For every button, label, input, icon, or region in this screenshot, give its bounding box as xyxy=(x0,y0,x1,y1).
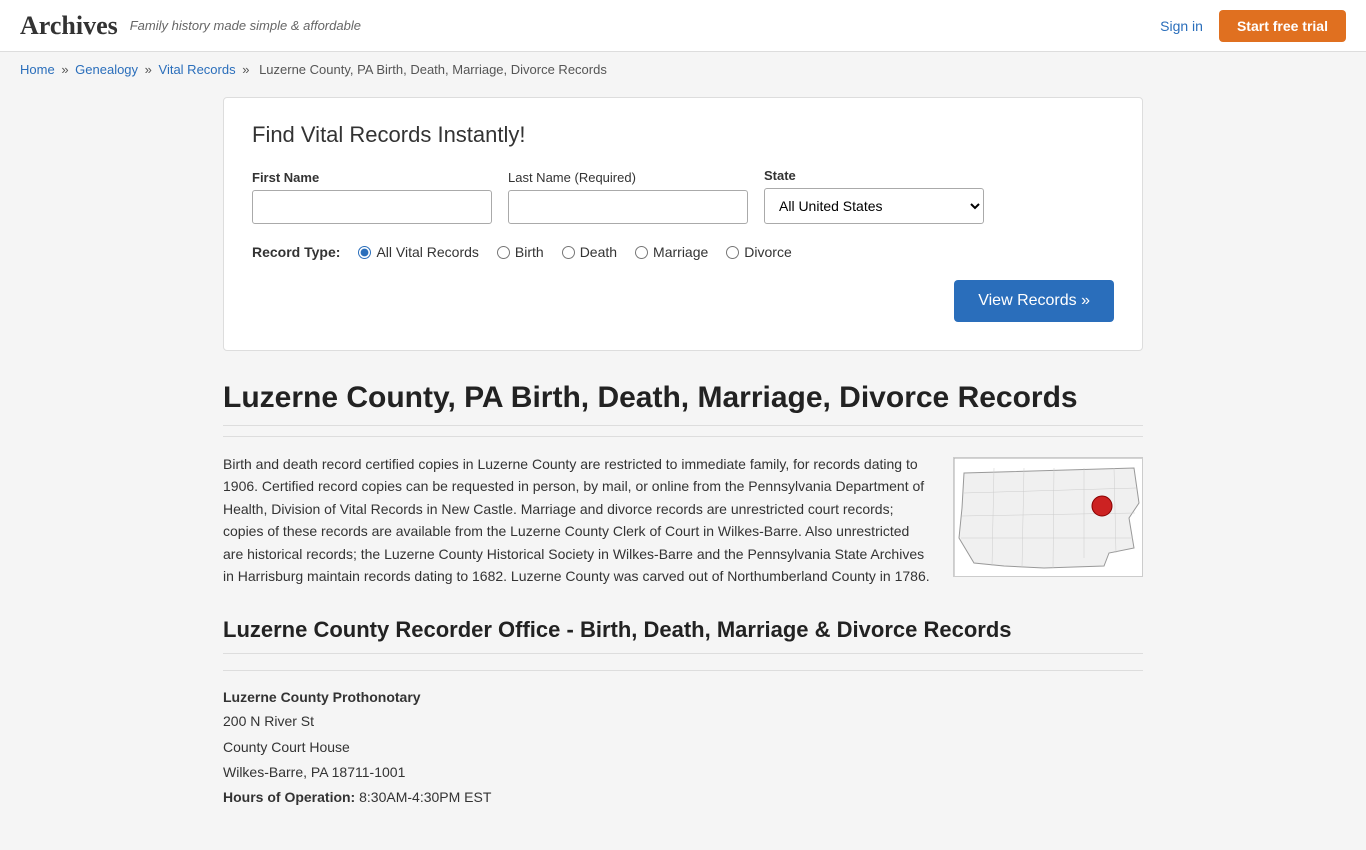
tagline: Family history made simple & affordable xyxy=(130,18,361,33)
search-fields: First Name Last Name (Required) State Al… xyxy=(252,168,1114,224)
radio-all-label: All Vital Records xyxy=(376,244,478,260)
header-left: Archives Family history made simple & af… xyxy=(20,11,361,41)
address-line2: County Court House xyxy=(223,735,1143,760)
radio-birth-input[interactable] xyxy=(497,246,510,259)
office-name: Luzerne County Prothonotary xyxy=(223,689,1143,705)
last-name-input[interactable] xyxy=(508,190,748,224)
hours-row: Hours of Operation: 8:30AM-4:30PM EST xyxy=(223,785,1143,810)
address-line1: 200 N River St xyxy=(223,709,1143,734)
last-name-label: Last Name (Required) xyxy=(508,170,748,185)
breadcrumb-home[interactable]: Home xyxy=(20,62,55,77)
breadcrumb: Home » Genealogy » Vital Records » Luzer… xyxy=(0,52,1366,87)
office-address: 200 N River St County Court House Wilkes… xyxy=(223,709,1143,810)
state-select[interactable]: All United StatesAlabamaAlaskaArizonaArk… xyxy=(764,188,984,224)
search-title: Find Vital Records Instantly! xyxy=(252,122,1114,148)
header-right: Sign in Start free trial xyxy=(1160,10,1346,42)
radio-birth-label: Birth xyxy=(515,244,544,260)
radio-all-vital-records[interactable]: All Vital Records xyxy=(358,244,478,260)
content-description: Birth and death record certified copies … xyxy=(223,453,933,587)
radio-marriage-input[interactable] xyxy=(635,246,648,259)
radio-death-input[interactable] xyxy=(562,246,575,259)
header: Archives Family history made simple & af… xyxy=(0,0,1366,52)
radio-divorce-input[interactable] xyxy=(726,246,739,259)
view-records-btn-row: View Records » xyxy=(252,280,1114,322)
pennsylvania-map xyxy=(953,457,1143,577)
breadcrumb-current: Luzerne County, PA Birth, Death, Marriag… xyxy=(259,62,607,77)
main-content: Find Vital Records Instantly! First Name… xyxy=(203,87,1163,850)
state-label: State xyxy=(764,168,984,183)
recorder-title: Luzerne County Recorder Office - Birth, … xyxy=(223,617,1143,654)
start-trial-button[interactable]: Start free trial xyxy=(1219,10,1346,42)
last-name-group: Last Name (Required) xyxy=(508,170,748,224)
hours-value: 8:30AM-4:30PM EST xyxy=(359,789,491,805)
content-section: Birth and death record certified copies … xyxy=(223,453,1143,587)
record-type-label: Record Type: xyxy=(252,244,340,260)
hours-label: Hours of Operation: xyxy=(223,789,355,805)
page-title: Luzerne County, PA Birth, Death, Marriag… xyxy=(223,381,1143,426)
breadcrumb-vital-records[interactable]: Vital Records xyxy=(159,62,236,77)
radio-marriage-label: Marriage xyxy=(653,244,708,260)
breadcrumb-genealogy[interactable]: Genealogy xyxy=(75,62,138,77)
radio-divorce-label: Divorce xyxy=(744,244,791,260)
radio-birth[interactable]: Birth xyxy=(497,244,544,260)
first-name-input[interactable] xyxy=(252,190,492,224)
breadcrumb-sep1: » xyxy=(61,62,72,77)
breadcrumb-sep3: » xyxy=(242,62,253,77)
map-container xyxy=(953,457,1143,587)
search-box: Find Vital Records Instantly! First Name… xyxy=(223,97,1143,351)
first-name-label: First Name xyxy=(252,170,492,185)
radio-death[interactable]: Death xyxy=(562,244,617,260)
breadcrumb-sep2: » xyxy=(145,62,156,77)
first-name-group: First Name xyxy=(252,170,492,224)
view-records-button[interactable]: View Records » xyxy=(954,280,1114,322)
logo: Archives xyxy=(20,11,118,41)
radio-divorce[interactable]: Divorce xyxy=(726,244,791,260)
state-group: State All United StatesAlabamaAlaskaAriz… xyxy=(764,168,984,224)
radio-all-input[interactable] xyxy=(358,246,371,259)
sign-in-link[interactable]: Sign in xyxy=(1160,18,1203,34)
record-type-row: Record Type: All Vital Records Birth Dea… xyxy=(252,244,1114,260)
address-line3: Wilkes-Barre, PA 18711-1001 xyxy=(223,760,1143,785)
radio-death-label: Death xyxy=(580,244,617,260)
radio-marriage[interactable]: Marriage xyxy=(635,244,708,260)
